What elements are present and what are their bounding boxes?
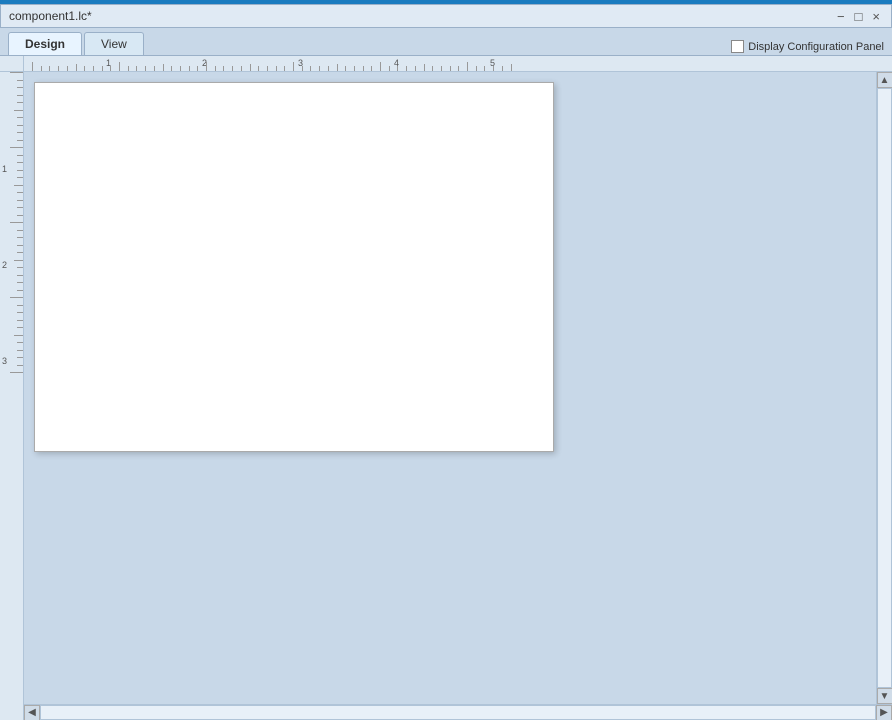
ruler-tick-v — [17, 177, 24, 178]
doc-inner: 1 2 3 1 2 3 4 5 — [0, 176, 892, 720]
ruler-mark-3: 3 — [2, 356, 7, 366]
ruler-tick-v — [17, 200, 24, 201]
ruler-tick-v — [17, 230, 24, 231]
scroll-down-arrow[interactable]: ▼ — [877, 688, 892, 704]
ruler-tick-v — [17, 192, 24, 193]
page-canvas — [34, 176, 554, 452]
ruler-mark-2: 2 — [2, 260, 7, 270]
ruler-tick-v — [17, 207, 24, 208]
ruler-tick-v — [17, 350, 24, 351]
ruler-tick-v — [10, 297, 24, 298]
scroll-right-arrow[interactable]: ▶ — [876, 705, 892, 720]
bottom-scrollbar: ◀ ▶ — [24, 704, 892, 720]
left-ruler: 1 2 3 — [0, 176, 24, 720]
ruler-tick-v — [17, 267, 24, 268]
ruler-tick-v — [17, 327, 24, 328]
ruler-tick-v — [17, 357, 24, 358]
ruler-tick-v — [17, 320, 24, 321]
ruler-tick-v — [14, 185, 24, 186]
ruler-tick-v — [17, 252, 24, 253]
ruler-tick-v — [17, 245, 24, 246]
right-scrollbar: ▲ ▼ — [876, 176, 892, 704]
doc-window: component1.lc* − □ × Design View Display… — [0, 176, 892, 720]
ruler-tick-v — [17, 215, 24, 216]
ruler-tick-v — [10, 222, 24, 223]
top-ruler-and-canvas: 1 2 3 4 5 ▲ — [24, 176, 892, 720]
canvas-area-container: ▲ ▼ — [24, 176, 892, 704]
scroll-left-arrow[interactable]: ◀ — [24, 705, 40, 720]
ruler-tick-v — [17, 290, 24, 291]
ruler-tick-v — [17, 282, 24, 283]
ruler-tick-v — [17, 305, 24, 306]
ruler-tick-v — [17, 312, 24, 313]
ruler-tick-v — [17, 275, 24, 276]
canvas-scroll-area[interactable] — [24, 176, 876, 704]
ruler-tick-v — [10, 372, 24, 373]
ruler-tick-v — [17, 237, 24, 238]
ruler-tick-v — [17, 365, 24, 366]
ruler-tick-v — [14, 260, 24, 261]
ruler-tick-v — [14, 335, 24, 336]
scroll-horizontal-track[interactable] — [40, 705, 876, 720]
app-body: component1.lc* − □ × Design View Display… — [0, 176, 892, 720]
scroll-vertical-track[interactable] — [877, 176, 892, 688]
ruler-tick-v — [17, 342, 24, 343]
